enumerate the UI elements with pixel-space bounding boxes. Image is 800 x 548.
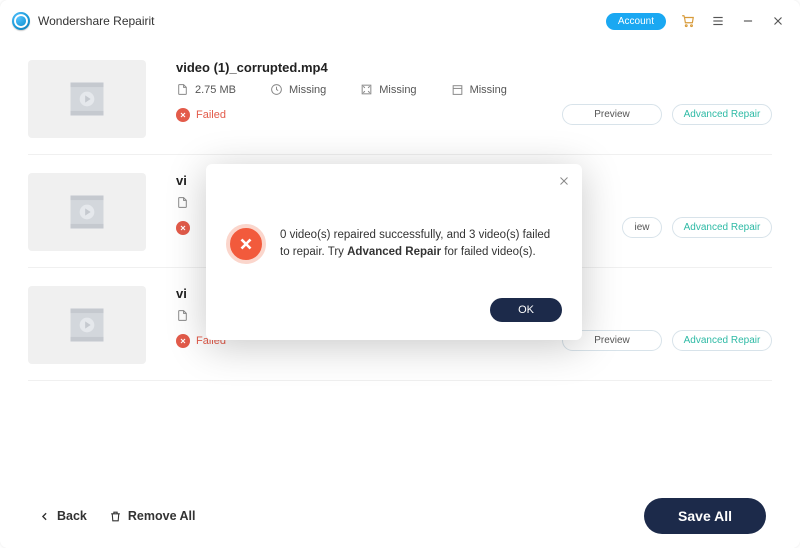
file-size: 2.75 MB bbox=[176, 83, 236, 96]
file-size bbox=[176, 196, 195, 209]
failed-icon bbox=[176, 221, 190, 235]
file-name: video (1)_corrupted.mp4 bbox=[176, 60, 772, 75]
document-icon bbox=[176, 196, 189, 209]
cart-icon[interactable] bbox=[680, 13, 696, 29]
advanced-repair-button[interactable]: Advanced Repair bbox=[672, 104, 772, 125]
document-icon bbox=[176, 309, 189, 322]
ok-button[interactable]: OK bbox=[490, 298, 562, 322]
header-right: Account bbox=[606, 13, 786, 30]
failed-icon bbox=[176, 108, 190, 122]
dialog-text-bold: Advanced Repair bbox=[347, 246, 441, 258]
document-icon bbox=[176, 83, 189, 96]
clock-icon bbox=[270, 83, 283, 96]
item-actions: Preview Advanced Repair bbox=[562, 330, 772, 351]
info-row: 2.75 MB Missing Missing Missing bbox=[176, 83, 772, 96]
duration-label: Missing bbox=[289, 84, 326, 96]
created-label: Missing bbox=[470, 84, 507, 96]
status-row: Failed Preview Advanced Repair bbox=[176, 104, 772, 125]
item-meta: video (1)_corrupted.mp4 2.75 MB Missing … bbox=[176, 60, 772, 138]
dialog-actions: OK bbox=[226, 298, 562, 322]
remove-all-label: Remove All bbox=[128, 509, 196, 523]
advanced-repair-button[interactable]: Advanced Repair bbox=[672, 217, 772, 238]
file-resolution: Missing bbox=[360, 83, 416, 96]
advanced-repair-button[interactable]: Advanced Repair bbox=[672, 330, 772, 351]
remove-all-button[interactable]: Remove All bbox=[109, 509, 196, 523]
status-label: Failed bbox=[196, 109, 226, 121]
thumbnail-icon bbox=[28, 286, 146, 364]
close-icon[interactable] bbox=[770, 13, 786, 29]
footer-left: Back Remove All bbox=[38, 509, 196, 523]
status-badge: Failed bbox=[176, 108, 226, 122]
menu-icon[interactable] bbox=[710, 13, 726, 29]
preview-button[interactable]: Preview bbox=[562, 104, 662, 125]
item-actions: Preview Advanced Repair bbox=[562, 104, 772, 125]
list-item: video (1)_corrupted.mp4 2.75 MB Missing … bbox=[28, 42, 772, 155]
status-badge bbox=[176, 221, 196, 235]
calendar-icon bbox=[451, 83, 464, 96]
chevron-left-icon bbox=[38, 510, 51, 523]
back-button[interactable]: Back bbox=[38, 509, 87, 523]
thumbnail-icon bbox=[28, 60, 146, 138]
item-actions: iew Advanced Repair bbox=[622, 217, 772, 238]
account-button[interactable]: Account bbox=[606, 13, 666, 30]
title-bar: Wondershare Repairit Account bbox=[0, 0, 800, 42]
result-dialog: 0 video(s) repaired successfully, and 3 … bbox=[206, 164, 582, 340]
back-label: Back bbox=[57, 509, 87, 523]
dialog-text-2: for failed video(s). bbox=[441, 246, 536, 258]
dialog-message: 0 video(s) repaired successfully, and 3 … bbox=[280, 227, 562, 262]
trash-icon bbox=[109, 510, 122, 523]
file-created: Missing bbox=[451, 83, 507, 96]
app-window: Wondershare Repairit Account bbox=[0, 0, 800, 548]
resolution-label: Missing bbox=[379, 84, 416, 96]
error-icon bbox=[226, 224, 266, 264]
size-label: 2.75 MB bbox=[195, 84, 236, 96]
dialog-body: 0 video(s) repaired successfully, and 3 … bbox=[226, 224, 562, 264]
file-size bbox=[176, 309, 195, 322]
save-all-button[interactable]: Save All bbox=[644, 498, 766, 534]
close-icon bbox=[558, 175, 570, 187]
minimize-icon[interactable] bbox=[740, 13, 756, 29]
footer-bar: Back Remove All Save All bbox=[0, 484, 800, 548]
thumbnail-icon bbox=[28, 173, 146, 251]
file-duration: Missing bbox=[270, 83, 326, 96]
preview-button[interactable]: iew bbox=[622, 217, 662, 238]
app-title: Wondershare Repairit bbox=[38, 14, 155, 28]
dialog-close-button[interactable] bbox=[558, 174, 570, 192]
header-left: Wondershare Repairit bbox=[12, 12, 155, 30]
expand-icon bbox=[360, 83, 373, 96]
app-logo-icon bbox=[12, 12, 30, 30]
failed-icon bbox=[176, 334, 190, 348]
